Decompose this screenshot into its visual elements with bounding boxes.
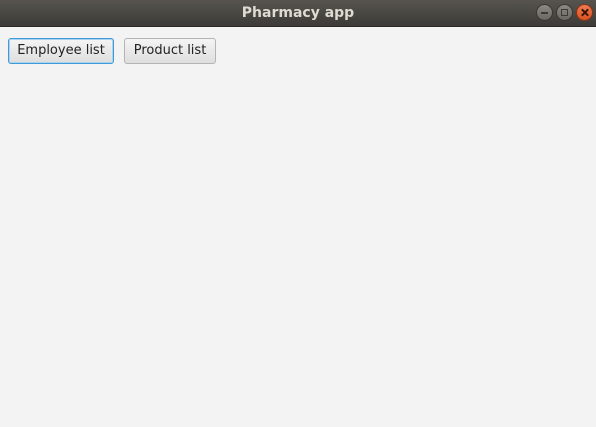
maximize-button[interactable]	[556, 4, 573, 21]
maximize-icon	[561, 9, 568, 16]
window-title: Pharmacy app	[241, 5, 355, 21]
minimize-button[interactable]	[536, 4, 553, 21]
product-list-button[interactable]: Product list	[124, 38, 216, 64]
window-controls	[536, 4, 593, 23]
employee-list-button[interactable]: Employee list	[8, 38, 114, 64]
minimize-icon	[541, 12, 548, 14]
app-window: Pharmacy app Employee list Product list	[0, 0, 596, 427]
close-icon	[580, 8, 589, 17]
title-bar[interactable]: Pharmacy app	[0, 0, 596, 27]
main-content: Employee list Product list	[0, 27, 596, 427]
close-button[interactable]	[576, 4, 593, 21]
